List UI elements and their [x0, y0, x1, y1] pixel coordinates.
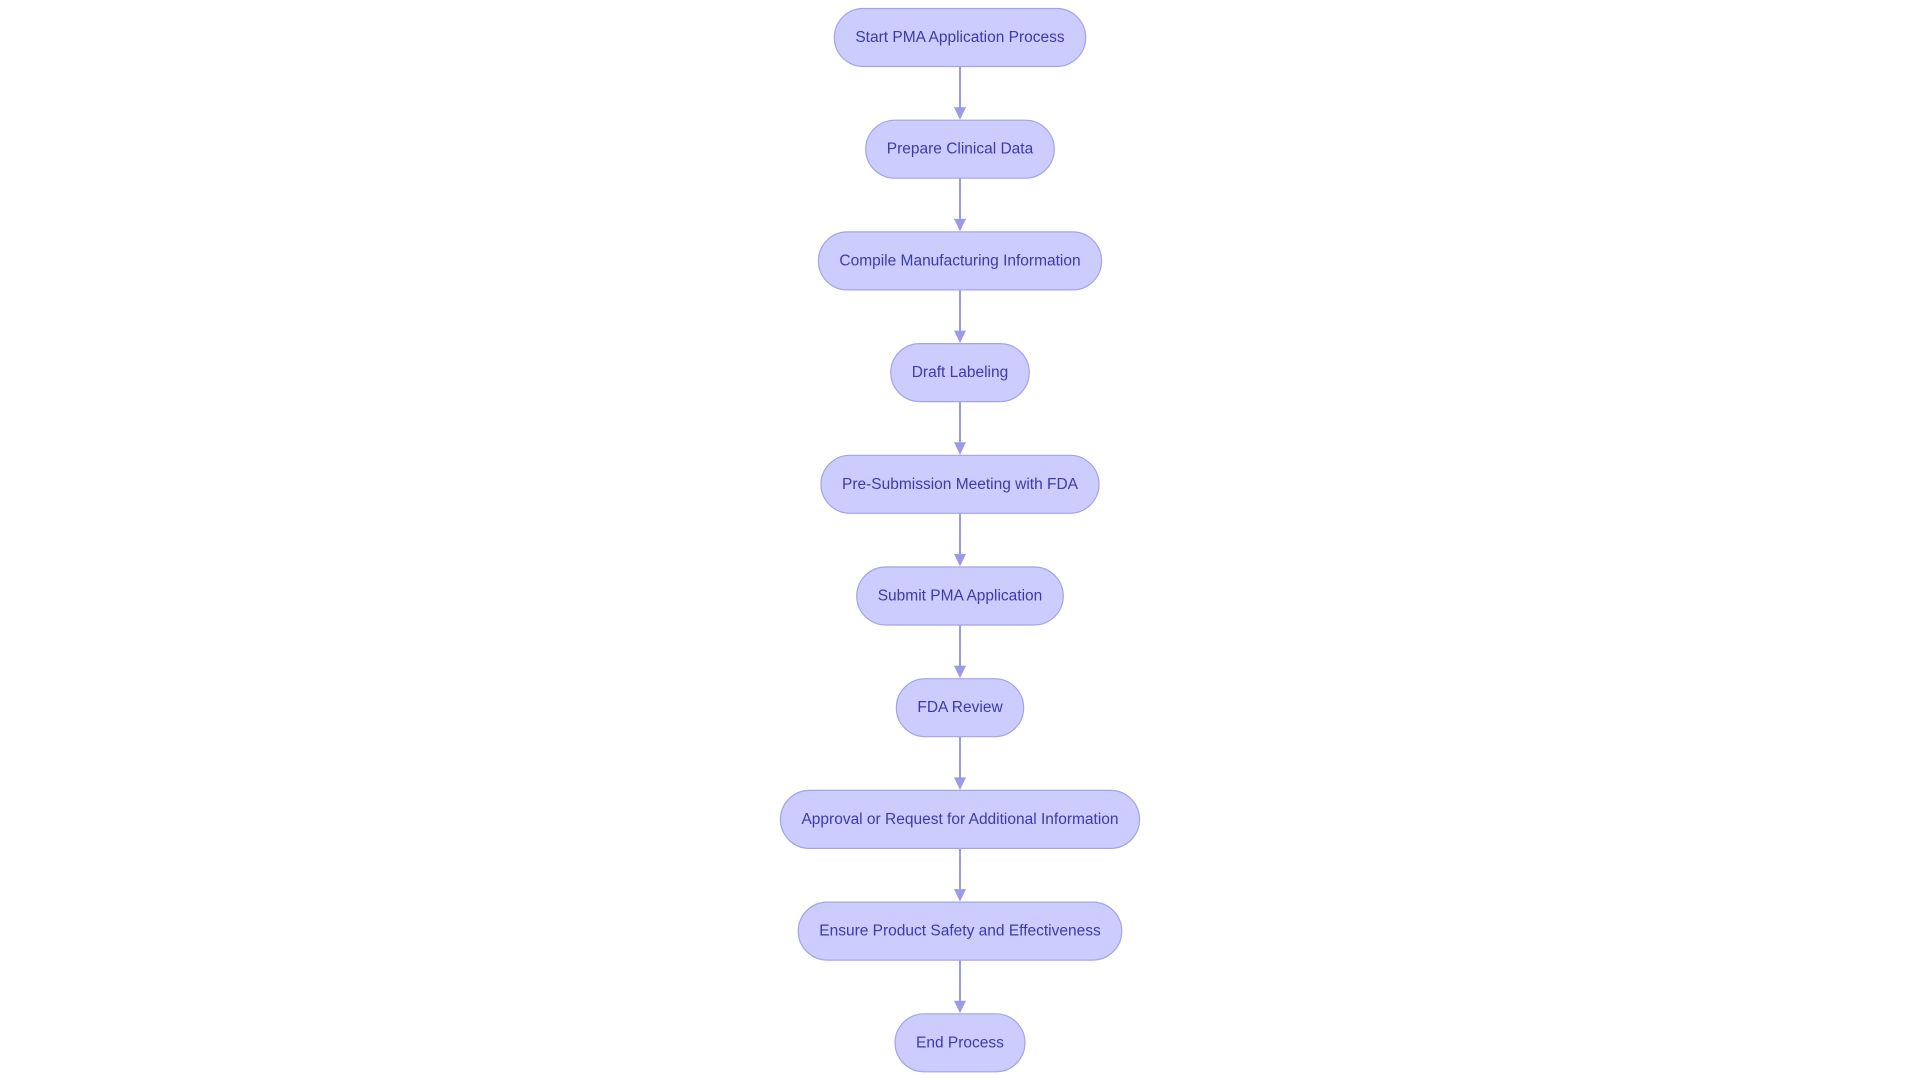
flow-node-manufacturing: Compile Manufacturing Information — [817, 231, 1103, 291]
edge-manufacturing-to-labeling — [954, 289, 966, 344]
flow-node-submit: Submit PMA Application — [856, 566, 1064, 626]
node-label: Approval or Request for Additional Infor… — [801, 811, 1118, 828]
arrowhead-icon — [954, 330, 966, 344]
node-label: Compile Manufacturing Information — [839, 252, 1080, 269]
arrowhead-icon — [954, 1000, 966, 1014]
edges-layer — [954, 66, 966, 1014]
arrowhead-icon — [954, 554, 966, 567]
arrowhead-icon — [954, 442, 966, 455]
flow-node-safety: Ensure Product Safety and Effectiveness — [797, 901, 1123, 961]
edge-labeling-to-presub — [954, 401, 966, 455]
flow-node-labeling: Draft Labeling — [890, 343, 1030, 403]
node-label: Ensure Product Safety and Effectiveness — [819, 923, 1101, 940]
node-label: Draft Labeling — [912, 364, 1009, 381]
arrowhead-icon — [954, 777, 966, 790]
flow-node-clinical: Prepare Clinical Data — [865, 119, 1055, 179]
flowchart-diagram: Start PMA Application Process Prepare Cli… — [779, 7, 1141, 1073]
edge-approval-to-safety — [954, 848, 966, 902]
node-label: Pre-Submission Meeting with FDA — [842, 476, 1079, 493]
arrowhead-icon — [954, 889, 966, 902]
arrowhead-icon — [954, 665, 966, 679]
node-label: Start PMA Application Process — [855, 29, 1065, 46]
node-label: FDA Review — [917, 699, 1003, 716]
edge-submit-to-review — [954, 625, 966, 679]
edge-presub-to-submit — [954, 513, 966, 567]
flow-node-end: End Process — [894, 1013, 1026, 1073]
flow-node-presub: Pre-Submission Meeting with FDA — [820, 454, 1100, 514]
node-label: Prepare Clinical Data — [887, 141, 1034, 158]
node-label: Submit PMA Application — [878, 588, 1043, 605]
flow-node-approval: Approval or Request for Additional Infor… — [779, 789, 1141, 850]
node-label: End Process — [916, 1034, 1004, 1051]
arrowhead-icon — [954, 218, 966, 232]
flow-node-start: Start PMA Application Process — [833, 7, 1087, 68]
edge-safety-to-end — [954, 960, 966, 1014]
edge-review-to-approval — [954, 736, 966, 790]
arrowhead-icon — [954, 107, 966, 120]
edge-start-to-clinical — [954, 66, 966, 120]
edge-clinical-to-manufacturing — [954, 178, 966, 232]
flow-node-review: FDA Review — [895, 678, 1025, 738]
